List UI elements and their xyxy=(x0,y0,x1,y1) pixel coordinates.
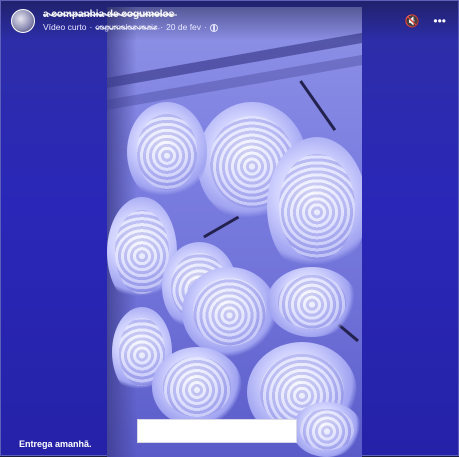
post-date[interactable]: 20 de fev xyxy=(166,22,201,33)
mushroom-cluster xyxy=(152,347,242,427)
separator-dot-3: · xyxy=(204,21,207,32)
header-actions: 🔇 ••• xyxy=(404,15,446,27)
post-subline: Vídeo curto · c̶o̶g̶u̶m̶e̶l̶o̶s̶ ̶r̶e̶a̶… xyxy=(43,21,218,33)
speaker-muted-icon[interactable]: 🔇 xyxy=(404,15,419,27)
author-name[interactable]: a ̶c̶o̶m̶p̶a̶n̶h̶i̶a̶ ̶d̶e̶ ̶c̶o̶g̶u̶m̶e… xyxy=(43,9,218,21)
video-post-frame: a ̶c̶o̶m̶p̶a̶n̶h̶i̶a̶ ̶d̶e̶ ̶c̶o̶g̶u̶m̶e… xyxy=(0,0,459,457)
post-caption: Entrega amanhã. xyxy=(19,439,92,449)
scribbled-name[interactable]: c̶o̶g̶u̶m̶e̶l̶o̶s̶ ̶r̶e̶a̶i̶s̶ xyxy=(95,22,157,33)
avatar[interactable] xyxy=(11,9,35,33)
globe-icon xyxy=(209,23,218,32)
hanging-cord xyxy=(203,215,240,239)
caption-input-box[interactable] xyxy=(137,419,297,443)
mushroom-cluster xyxy=(127,102,207,202)
mushroom-cluster xyxy=(182,267,277,357)
mushroom-cluster xyxy=(267,267,357,337)
separator-dot-2: · xyxy=(160,21,164,32)
post-meta: a ̶c̶o̶m̶p̶a̶n̶h̶i̶a̶ ̶d̶e̶ ̶c̶o̶g̶u̶m̶e… xyxy=(43,9,218,32)
more-dots-icon[interactable]: ••• xyxy=(433,15,446,27)
video-player[interactable] xyxy=(107,7,362,457)
separator-dot: · xyxy=(89,21,93,32)
hanging-cord xyxy=(299,80,337,132)
mushroom-cluster xyxy=(267,137,362,277)
post-type-label: Vídeo curto xyxy=(43,21,87,32)
post-header: a ̶c̶o̶m̶p̶a̶n̶h̶i̶a̶ ̶d̶e̶ ̶c̶o̶g̶u̶m̶e… xyxy=(1,1,458,41)
mushroom-cluster xyxy=(292,402,362,457)
